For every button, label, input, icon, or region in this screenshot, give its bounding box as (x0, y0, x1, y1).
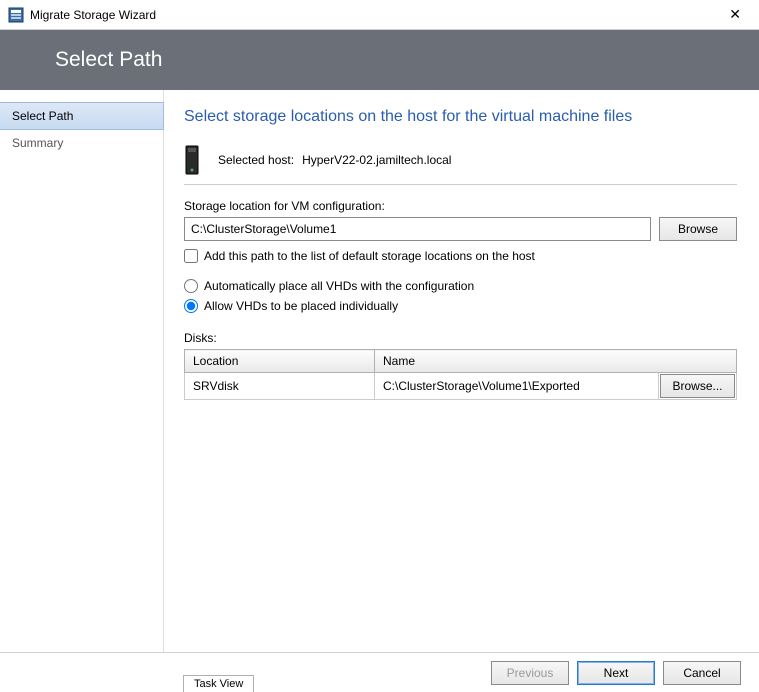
cancel-button[interactable]: Cancel (663, 661, 741, 685)
disks-table: Location Name SRVdisk C:\ClusterStorage\… (184, 349, 737, 400)
storage-location-label: Storage location for VM configuration: (184, 199, 737, 213)
radio-individual-row[interactable]: Allow VHDs to be placed individually (184, 299, 737, 313)
col-location[interactable]: Location (185, 350, 375, 373)
server-icon (184, 144, 200, 176)
selected-host-row: Selected host: HyperV22-02.jamiltech.loc… (184, 144, 737, 176)
selected-host-value: HyperV22-02.jamiltech.local (302, 153, 451, 167)
add-path-label: Add this path to the list of default sto… (204, 249, 535, 263)
sidebar-item-summary[interactable]: Summary (0, 130, 163, 156)
wizard-footer: Previous Next Cancel (0, 652, 759, 692)
sidebar: Select Path Summary (0, 90, 164, 652)
radio-auto[interactable] (184, 279, 198, 293)
table-header-row: Location Name (185, 350, 737, 373)
next-button[interactable]: Next (577, 661, 655, 685)
window-title: Migrate Storage Wizard (30, 8, 719, 22)
row-browse-button[interactable]: Browse... (660, 374, 735, 398)
add-path-checkbox-row[interactable]: Add this path to the list of default sto… (184, 249, 737, 263)
wizard-header: Select Path (0, 30, 759, 90)
cell-location: SRVdisk (185, 373, 375, 400)
storage-path-input[interactable] (184, 217, 651, 241)
radio-individual-label: Allow VHDs to be placed individually (204, 299, 398, 313)
wizard-title: Select Path (55, 48, 162, 72)
radio-individual[interactable] (184, 299, 198, 313)
app-icon (8, 7, 24, 23)
browse-button[interactable]: Browse (659, 217, 737, 241)
page-title: Select storage locations on the host for… (184, 108, 737, 126)
close-icon[interactable]: ✕ (719, 2, 751, 27)
table-row[interactable]: SRVdisk C:\ClusterStorage\Volume1\Export… (185, 373, 737, 400)
task-view-tab[interactable]: Task View (183, 675, 254, 692)
selected-host-label: Selected host: (218, 153, 294, 167)
cell-browse: Browse... (659, 373, 737, 400)
wizard-body: Select Path Summary Select storage locat… (0, 90, 759, 652)
storage-path-row: Browse (184, 217, 737, 241)
previous-button[interactable]: Previous (491, 661, 569, 685)
disks-label: Disks: (184, 331, 737, 345)
radio-auto-label: Automatically place all VHDs with the co… (204, 279, 474, 293)
sidebar-item-select-path[interactable]: Select Path (0, 102, 164, 130)
content-panel: Select storage locations on the host for… (164, 90, 759, 652)
titlebar: Migrate Storage Wizard ✕ (0, 0, 759, 30)
col-name[interactable]: Name (375, 350, 737, 373)
divider (184, 184, 737, 185)
add-path-checkbox[interactable] (184, 249, 198, 263)
cell-name: C:\ClusterStorage\Volume1\Exported (375, 373, 659, 400)
radio-auto-row[interactable]: Automatically place all VHDs with the co… (184, 279, 737, 293)
